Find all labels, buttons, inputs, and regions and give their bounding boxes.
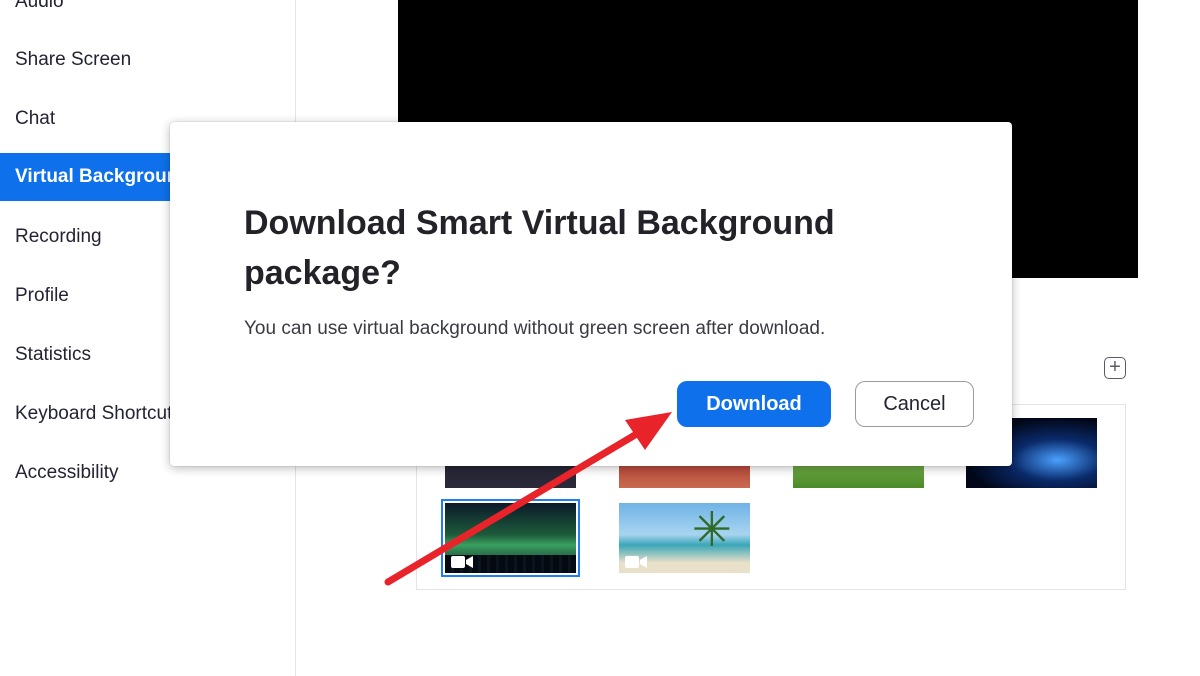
download-button[interactable]: Download [677,381,831,427]
dialog-title: Download Smart Virtual Background packag… [244,204,835,292]
plus-icon: + [1109,356,1121,378]
sidebar-item-share-screen[interactable]: Share Screen [0,36,295,84]
dialog-message: You can use virtual background without g… [244,318,826,339]
background-thumb-aurora[interactable] [441,499,580,577]
video-camera-icon [451,556,473,568]
download-dialog: Download Smart Virtual Background packag… [170,122,1012,466]
background-thumb-beach[interactable]: ✳ [619,503,750,573]
sidebar-item-audio[interactable]: Audio [0,0,295,26]
palm-tree-icon: ✳ [691,504,732,557]
video-camera-icon [625,556,647,568]
add-background-button[interactable]: + [1104,357,1126,379]
cancel-button[interactable]: Cancel [855,381,974,427]
